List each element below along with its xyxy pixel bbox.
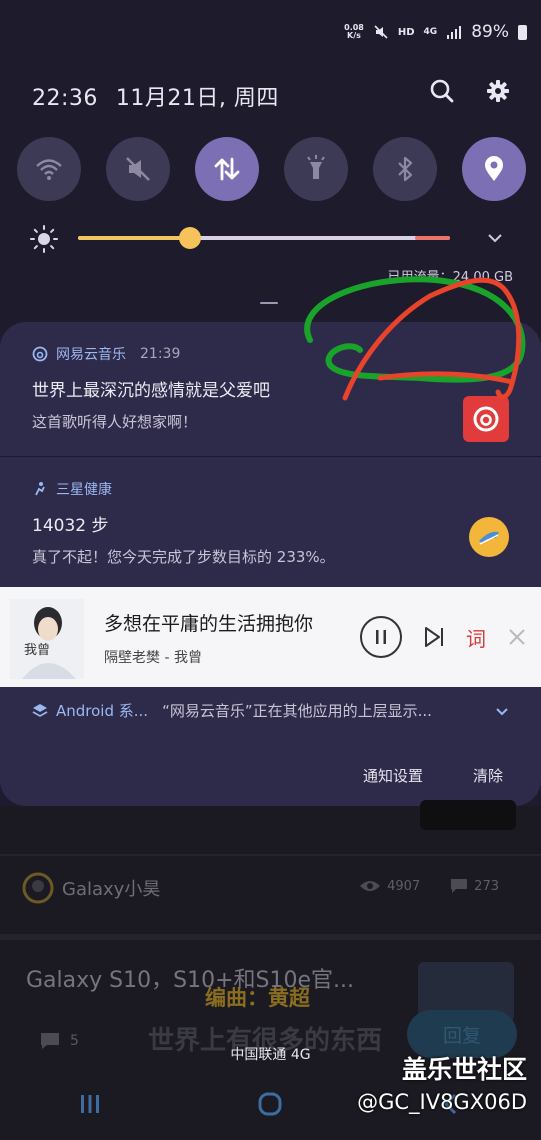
chevron-down-icon[interactable] (495, 704, 509, 718)
layers-icon (32, 703, 48, 717)
next-track-icon[interactable] (420, 623, 448, 651)
album-cover: 我曾 (10, 599, 84, 679)
post-stats: 4907 273 (359, 878, 499, 894)
brightness-slider[interactable] (30, 223, 510, 253)
date-time[interactable]: 22:36 11月21日, 周四 (32, 80, 297, 112)
notification-panel: 网易云音乐 21:39 世界上最深沉的感情就是父爱吧 这首歌听得人好想家啊！ 三… (0, 322, 541, 806)
notification-body: 真了不起！您今天完成了步数目标的 233%。 (32, 548, 335, 566)
comment-icon (451, 879, 468, 893)
song-artist: 隔壁老樊 - 我曾 (104, 650, 202, 666)
step-goal-badge-icon (469, 517, 509, 557)
brightness-sun-icon (30, 225, 58, 253)
location-toggle[interactable] (462, 137, 526, 201)
album-cover-text: 我曾 (24, 643, 51, 658)
location-pin-icon (485, 156, 503, 181)
pause-icon (376, 630, 386, 644)
notification-app-name: 网易云音乐 (56, 347, 126, 363)
views-count: 4907 (359, 878, 420, 894)
lyric-overlay-line1: 编曲：黄超 (205, 986, 310, 1010)
network-type: 4G (423, 27, 438, 37)
watermark-handle: @GC_IV8GX06D (357, 1090, 527, 1114)
home-icon[interactable] (256, 1090, 284, 1118)
signal-icon (447, 26, 462, 39)
panel-handle[interactable] (260, 302, 278, 304)
post-author[interactable]: Galaxy小昊 (22, 872, 160, 904)
date[interactable]: 11月21日, 周四 (116, 86, 279, 111)
watermark-title: 盖乐世社区 (401, 1055, 527, 1084)
mute-status-icon (374, 25, 388, 39)
brightness-track-fill (78, 236, 190, 240)
notification-settings-button[interactable]: 通知设置 (363, 765, 423, 786)
pause-button[interactable] (360, 616, 402, 658)
brightness-track-high (415, 236, 450, 240)
comments-count: 273 (450, 878, 499, 894)
mute-icon (126, 157, 150, 181)
notification-app-name: 三星健康 (56, 482, 112, 498)
notification-netease-music[interactable]: 网易云音乐 21:39 世界上最深沉的感情就是父爱吧 这首歌听得人好想家啊！ (0, 344, 541, 454)
quick-settings-row (17, 137, 526, 201)
network-speed: 0.08 K/s (344, 23, 364, 40)
song-title: 多想在平庸的生活拥抱你 (104, 613, 314, 635)
divider (0, 854, 541, 856)
eye-icon (360, 881, 381, 891)
notification-time: 21:39 (140, 346, 181, 362)
bluetooth-toggle[interactable] (373, 137, 437, 201)
avatar (22, 872, 54, 904)
panel-footer: 通知设置 清除 (363, 765, 503, 786)
netease-music-icon (32, 346, 48, 362)
chevron-down-icon[interactable] (486, 229, 504, 247)
notification-app-name: Android 系... (56, 702, 149, 720)
media-player[interactable]: 我曾 多想在平庸的生活拥抱你 隔壁老樊 - 我曾 词 (0, 587, 541, 687)
search-icon[interactable] (429, 78, 455, 104)
notification-text: “网易云音乐”正在其他应用的上层显示... (162, 702, 432, 720)
quick-panel: 0.08 K/s HD 4G 89% 22:36 11月21日, 周四 已用流量… (0, 0, 541, 320)
sound-toggle[interactable] (106, 137, 170, 201)
post-thumbnail (420, 800, 516, 830)
wifi-toggle[interactable] (17, 137, 81, 201)
brightness-thumb[interactable] (178, 227, 201, 249)
wifi-icon (36, 159, 62, 180)
bluetooth-icon (398, 156, 413, 182)
battery-percent: 89% (471, 22, 509, 42)
hd-icon: HD (397, 26, 415, 38)
data-transfer-icon (214, 157, 240, 181)
divider (0, 934, 541, 940)
status-bar: 0.08 K/s HD 4G 89% (344, 22, 527, 42)
notification-android-system[interactable]: Android 系... “网易云音乐”正在其他应用的上层显示... (32, 700, 509, 721)
samsung-health-icon (35, 482, 45, 496)
notification-title: 14032 步 (32, 516, 109, 536)
close-icon[interactable] (508, 628, 526, 646)
lyrics-button[interactable]: 词 (466, 623, 486, 652)
header-actions (429, 78, 511, 104)
notification-samsung-health[interactable]: 三星健康 14032 步 真了不起！您今天完成了步数目标的 233%。 (0, 456, 541, 588)
clear-button[interactable]: 清除 (473, 765, 503, 786)
recent-apps-icon[interactable] (76, 1090, 104, 1118)
netease-music-logo-icon (463, 396, 509, 442)
clock[interactable]: 22:36 (32, 86, 98, 111)
battery-icon (518, 24, 527, 40)
flashlight-toggle[interactable] (284, 137, 348, 201)
flashlight-icon (307, 155, 325, 179)
data-usage-label: 已用流量：24.00 GB (387, 270, 513, 285)
mobile-data-toggle[interactable] (195, 137, 259, 201)
settings-gear-icon[interactable] (485, 78, 511, 104)
